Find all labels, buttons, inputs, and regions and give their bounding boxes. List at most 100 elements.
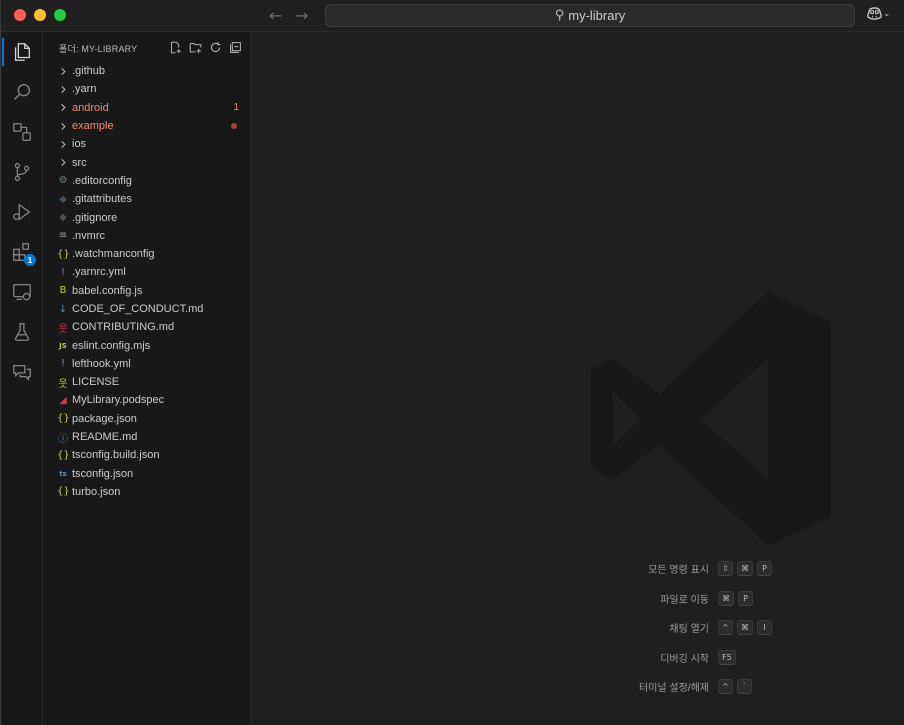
copilot-menu-button[interactable]: ⌄ [867, 7, 891, 22]
tree-item-label: CONTRIBUTING.md [72, 321, 175, 334]
tree-item-label: .watchmanconfig [72, 248, 155, 261]
shortcut-keys: ⇧ ⌘ P [718, 561, 772, 577]
yaml-icon: ! [60, 358, 65, 370]
tree-folder-src[interactable]: src [43, 153, 251, 171]
collapse-all-button[interactable] [227, 39, 243, 55]
new-folder-button[interactable] [187, 39, 203, 55]
tree-file-tsconfig-build[interactable]: {} tsconfig.build.json [43, 446, 251, 464]
tree-folder-github[interactable]: .github [43, 62, 251, 80]
shortcut-label: 채팅 열기 [669, 624, 709, 636]
activity-testing[interactable] [2, 312, 42, 352]
person-icon: 웃 [58, 323, 68, 335]
tree-folder-android[interactable]: android 1 [43, 99, 251, 117]
activity-bar: 1 [2, 32, 43, 725]
shift-key: ⇧ [718, 561, 733, 577]
shortcut-show-all-commands[interactable]: 모든 명령 표시 ⇧ ⌘ P [591, 554, 891, 584]
tree-item-label: ios [72, 138, 87, 151]
json-icon: {} [57, 449, 70, 461]
shortcut-keys: ⌘ P [718, 590, 753, 606]
tree-item-label: README.md [72, 431, 138, 444]
editor-empty-area: 모든 명령 표시 ⇧ ⌘ P 파일로 이동 ⌘ P 채팅 열기 ^ ⌘ I 디버… [251, 32, 904, 725]
ruby-icon: ◢ [59, 394, 67, 406]
chevron-right-icon [57, 85, 69, 94]
vscode-logo-watermark-icon [591, 292, 831, 546]
activity-remote-explorer[interactable] [2, 272, 42, 312]
tree-file-babel-config[interactable]: B babel.config.js [43, 282, 251, 300]
tree-folder-ios[interactable]: ios [43, 135, 251, 153]
testing-icon [14, 323, 30, 341]
tree-folder-yarn[interactable]: .yarn [43, 80, 251, 98]
chevron-down-icon: ⌄ [883, 9, 891, 19]
maximize-window-button[interactable] [54, 9, 66, 21]
shortcut-start-debugging[interactable]: 디버깅 시작 F5 [591, 643, 891, 673]
tree-file-gitignore[interactable]: ◆ .gitignore [43, 208, 251, 226]
shortcut-toggle-terminal[interactable]: 터미널 설정/해제 ^ ` [591, 672, 891, 702]
i-key: I [757, 620, 772, 636]
info-icon: ⓘ [58, 433, 68, 445]
back-arrow-icon[interactable]: ← [269, 6, 282, 25]
f5-key: F5 [718, 649, 736, 665]
tree-file-turbo-json[interactable]: {} turbo.json [43, 483, 251, 501]
tree-file-code-of-conduct[interactable]: ↓ CODE_OF_CONDUCT.md [43, 300, 251, 318]
activity-source-graph[interactable] [2, 112, 42, 152]
tree-file-readme[interactable]: ⓘ README.md [43, 428, 251, 446]
tree-file-package-json[interactable]: {} package.json [43, 410, 251, 428]
tree-item-label: .editorconfig [72, 174, 132, 187]
chat-icon [13, 364, 31, 381]
shortcut-label: 디버깅 시작 [660, 653, 709, 665]
tree-item-label: eslint.config.mjs [72, 339, 151, 352]
babel-icon: B [59, 285, 67, 297]
tree-file-editorconfig[interactable]: ⚙ .editorconfig [43, 172, 251, 190]
tree-file-gitattributes[interactable]: ◆ .gitattributes [43, 190, 251, 208]
tree-item-label: package.json [72, 412, 137, 425]
activity-extensions[interactable]: 1 [2, 232, 42, 272]
tree-file-lefthook[interactable]: ! lefthook.yml [43, 355, 251, 373]
file-tree: .github .yarn android 1 example ios src … [43, 62, 251, 501]
run-debug-icon [13, 203, 31, 221]
json-icon: {} [57, 413, 70, 425]
refresh-button[interactable] [207, 39, 223, 55]
tree-item-label: lefthook.yml [72, 357, 131, 370]
control-key: ^ [718, 620, 733, 636]
command-center-search[interactable]: ⚲ my-library [325, 4, 855, 27]
activity-search[interactable] [2, 72, 42, 112]
tree-folder-example[interactable]: example [43, 117, 251, 135]
download-arrow-icon: ↓ [58, 303, 68, 315]
chevron-right-icon [57, 103, 69, 112]
refresh-icon [210, 41, 220, 52]
close-window-button[interactable] [14, 9, 26, 21]
activity-explorer[interactable] [2, 32, 42, 72]
tree-file-watchmanconfig[interactable]: {} .watchmanconfig [43, 245, 251, 263]
shortcut-open-chat[interactable]: 채팅 열기 ^ ⌘ I [591, 613, 891, 643]
js-icon: JS [59, 341, 67, 350]
explorer-title: 폴더: MY-LIBRARY [59, 44, 138, 54]
tree-file-yarnrc[interactable]: ! .yarnrc.yml [43, 263, 251, 281]
shortcut-go-to-file[interactable]: 파일로 이동 ⌘ P [591, 584, 891, 614]
tree-file-license[interactable]: 웃 LICENSE [43, 373, 251, 391]
tree-item-label: .gitignore [72, 211, 118, 224]
shortcut-label: 터미널 설정/해제 [639, 683, 709, 695]
minimize-window-button[interactable] [34, 9, 46, 21]
activity-source-control[interactable] [2, 152, 42, 192]
json-icon: {} [57, 486, 70, 498]
tree-item-label: babel.config.js [72, 284, 143, 297]
title-bar: ← → ⚲ my-library ⌄ [1, 0, 904, 32]
chevron-right-icon [57, 67, 69, 76]
shortcut-keys: F5 [718, 649, 736, 665]
tree-file-contributing[interactable]: 웃 CONTRIBUTING.md [43, 318, 251, 336]
forward-arrow-icon[interactable]: → [295, 6, 308, 25]
tree-file-tsconfig[interactable]: ts tsconfig.json [43, 465, 251, 483]
search-text: my-library [568, 8, 626, 23]
tree-file-podspec[interactable]: ◢ MyLibrary.podspec [43, 391, 251, 409]
activity-chat[interactable] [2, 352, 42, 392]
extensions-badge: 1 [24, 254, 36, 266]
tree-file-nvmrc[interactable]: ≡ .nvmrc [43, 227, 251, 245]
vscode-window: ← → ⚲ my-library ⌄ 1 폴더: MY-LIBRARY .git… [0, 0, 904, 725]
new-file-button[interactable] [167, 39, 183, 55]
tree-file-eslint-config[interactable]: JS eslint.config.mjs [43, 336, 251, 354]
modified-dot-icon [231, 122, 237, 129]
search-icon [14, 83, 31, 100]
source-control-graph-icon [13, 123, 31, 141]
activity-run-debug[interactable] [2, 192, 42, 232]
shortcut-label: 모든 명령 표시 [648, 565, 709, 577]
